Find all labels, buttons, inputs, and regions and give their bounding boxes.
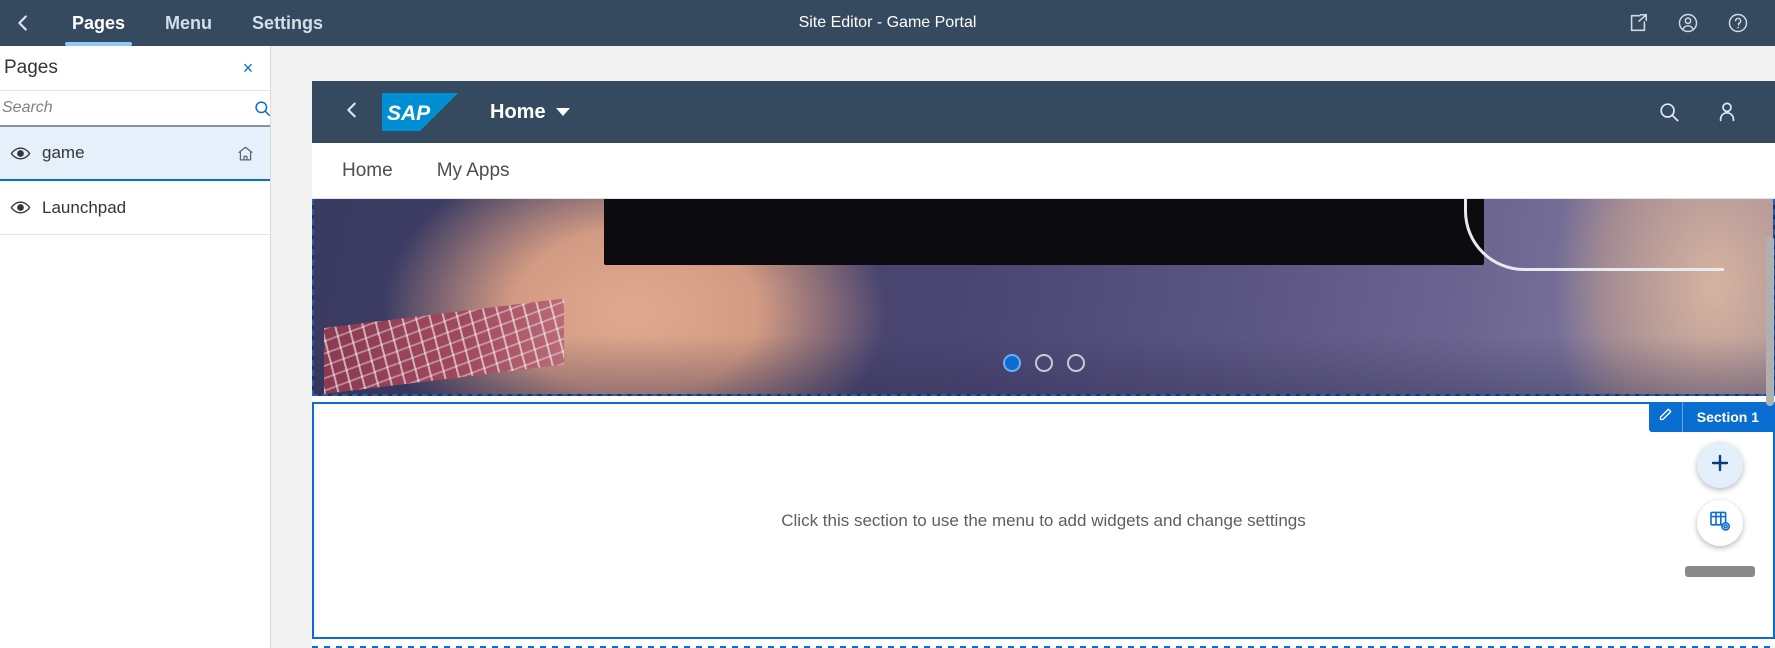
carousel-dot-2[interactable]	[1034, 354, 1053, 372]
tab-menu[interactable]: Menu	[145, 0, 232, 46]
sap-nav-tabs: Home My Apps	[312, 143, 1775, 199]
sap-shell-bar: SAP Home	[312, 81, 1775, 143]
pages-panel-header: Pages ×	[0, 46, 270, 91]
plus-icon	[1708, 451, 1732, 480]
shell-right-icons	[1657, 100, 1753, 124]
pages-panel: Pages × game	[0, 46, 271, 648]
chevron-left-icon	[341, 99, 363, 126]
page-list-item-launchpad[interactable]: Launchpad	[0, 181, 270, 235]
user-icon[interactable]	[1715, 100, 1739, 124]
home-icon	[232, 140, 258, 166]
carousel-dots	[314, 354, 1773, 372]
pages-panel-title: Pages	[4, 57, 58, 78]
hero-laptop-screen	[604, 199, 1484, 265]
hero-carousel-section[interactable]	[312, 199, 1775, 396]
account-icon	[1677, 12, 1699, 34]
chevron-left-icon	[12, 12, 34, 34]
add-widget-button[interactable]	[1697, 442, 1743, 488]
nav-tab-home[interactable]: Home	[342, 160, 393, 182]
help-icon	[1727, 12, 1749, 34]
carousel-dot-1[interactable]	[1002, 354, 1021, 372]
caret-down-icon	[555, 108, 570, 116]
section-empty-message: Click this section to use the menu to ad…	[781, 510, 1306, 530]
open-in-new-tab-button[interactable]	[1615, 0, 1661, 46]
svg-text:SAP: SAP	[387, 102, 431, 125]
tab-pages[interactable]: Pages	[52, 0, 145, 46]
canvas-scrollbar-thumb[interactable]	[1766, 236, 1774, 406]
editor-tab-list: Pages Menu Settings	[52, 0, 343, 46]
shell-home-label: Home	[490, 100, 546, 123]
canvas-scrollbar[interactable]	[1765, 46, 1775, 648]
page-list-item-label: Launchpad	[42, 197, 127, 217]
pages-list: game Launchpad	[0, 127, 270, 648]
section-drag-handle[interactable]	[1685, 566, 1755, 577]
section-edit-button[interactable]	[1649, 402, 1683, 432]
pages-search-bar	[0, 91, 270, 127]
sap-logo[interactable]: SAP	[382, 93, 458, 131]
section-badge[interactable]: Section 1	[1648, 402, 1773, 432]
section-settings-button[interactable]	[1697, 500, 1743, 546]
carousel-dot-3[interactable]	[1066, 354, 1085, 372]
nav-tab-my-apps[interactable]: My Apps	[437, 160, 510, 182]
shell-back-button[interactable]	[334, 94, 370, 130]
section-1-block[interactable]: Click this section to use the menu to ad…	[312, 402, 1775, 639]
hero-laptop-edge	[1464, 199, 1724, 271]
eye-icon[interactable]	[4, 192, 36, 224]
editor-top-bar: Pages Menu Settings Site Editor - Game P…	[0, 0, 1775, 46]
help-button[interactable]	[1715, 0, 1761, 46]
tab-pages-label: Pages	[72, 12, 126, 33]
editor-canvas: SAP Home Home My Apps Click this section…	[271, 46, 1775, 648]
editor-back-button[interactable]	[0, 0, 46, 46]
section-badge-label: Section 1	[1696, 409, 1759, 425]
tab-settings[interactable]: Settings	[232, 0, 343, 46]
editor-action-group	[1615, 0, 1775, 46]
close-panel-button[interactable]: ×	[236, 56, 260, 80]
pencil-icon	[1658, 407, 1673, 427]
page-list-item-label: game	[42, 143, 85, 162]
grid-settings-icon	[1708, 509, 1732, 538]
sap-logo-icon: SAP	[382, 93, 458, 131]
site-preview-frame: SAP Home Home My Apps Click this section…	[312, 81, 1775, 648]
search-input[interactable]	[0, 99, 268, 117]
eye-icon[interactable]	[4, 137, 36, 169]
shell-home-dropdown[interactable]: Home	[490, 101, 570, 124]
open-in-new-tab-icon	[1627, 12, 1649, 34]
section-tool-rail	[1685, 442, 1755, 577]
search-icon[interactable]	[1657, 100, 1681, 124]
account-button[interactable]	[1665, 0, 1711, 46]
tab-settings-label: Settings	[252, 12, 324, 33]
tab-menu-label: Menu	[165, 12, 213, 33]
page-list-item-game[interactable]: game	[0, 127, 270, 181]
